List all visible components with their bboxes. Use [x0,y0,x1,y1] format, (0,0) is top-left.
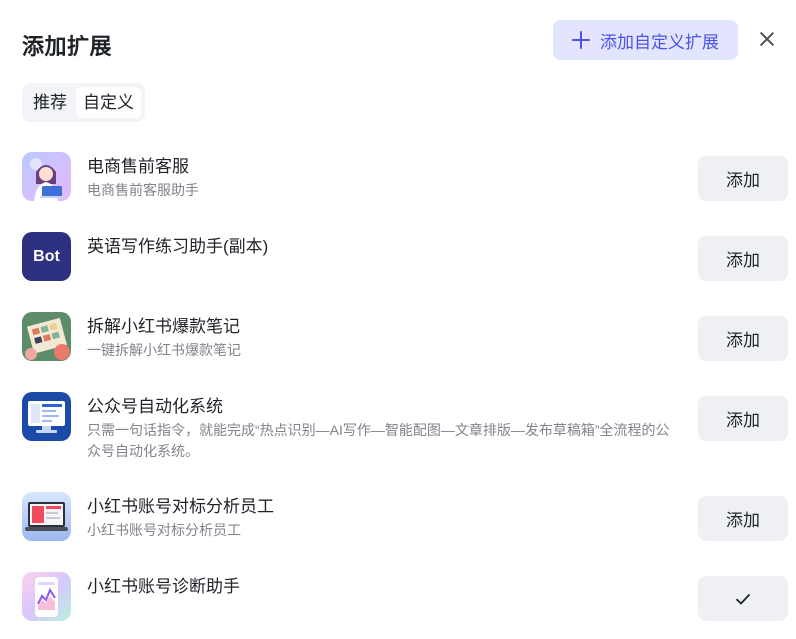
dialog-title: 添加扩展 [22,34,113,59]
anime-girl-laptop-icon [22,152,71,201]
add-button[interactable]: 添加 [698,316,788,361]
add-button[interactable]: 添加 [698,496,788,541]
added-check-button[interactable] [698,576,788,621]
notes-collage-icon [22,312,71,361]
add-button[interactable]: 添加 [698,396,788,441]
list-item: 拆解小红书爆款笔记 一键拆解小红书爆款笔记 添加 [22,312,788,362]
list-item: Bot 英语写作练习助手(副本) 添加 [22,232,788,282]
add-button[interactable]: 添加 [698,236,788,281]
close-icon[interactable] [755,27,779,51]
item-description: 只需一句话指令，就能完成“热点识别—AI写作—智能配图—文章排版—发布草稿箱”全… [87,422,670,459]
item-name: 小红书账号对标分析员工 [87,497,274,516]
phone-chart-icon [22,572,71,621]
add-custom-extension-label: 添加自定义扩展 [600,32,719,52]
bot-icon: Bot [22,232,71,281]
list-item: 小红书账号诊断助手 [22,572,788,622]
tab-recommended[interactable]: 推荐 [26,87,74,118]
item-name: 公众号自动化系统 [87,397,223,416]
item-description: 电商售前客服助手 [87,182,199,198]
tab-custom[interactable]: 自定义 [76,87,141,118]
item-name: 小红书账号诊断助手 [87,577,240,596]
add-button[interactable]: 添加 [698,156,788,201]
list-item: 小红书账号对标分析员工 小红书账号对标分析员工 添加 [22,492,788,542]
plus-icon [572,31,590,49]
item-name: 拆解小红书爆款笔记 [87,317,240,336]
tab-bar: 推荐 自定义 [22,83,145,122]
item-description: 小红书账号对标分析员工 [87,522,241,538]
list-item: 公众号自动化系统 只需一句话指令，就能完成“热点识别—AI写作—智能配图—文章排… [22,392,788,464]
add-custom-extension-button[interactable]: 添加自定义扩展 [553,20,738,60]
list-item: 电商售前客服 电商售前客服助手 添加 [22,152,788,202]
item-name: 电商售前客服 [87,157,189,176]
laptop-red-screen-icon [22,492,71,541]
monitor-dashboard-icon [22,392,71,441]
item-description: 一键拆解小红书爆款笔记 [87,342,241,358]
check-icon [735,593,751,605]
item-name: 英语写作练习助手(副本) [87,237,269,256]
add-extension-dialog: 添加扩展 添加自定义扩展 推荐 自定义 电商售前客服 电商售前客服助手 添加 B… [0,0,796,639]
